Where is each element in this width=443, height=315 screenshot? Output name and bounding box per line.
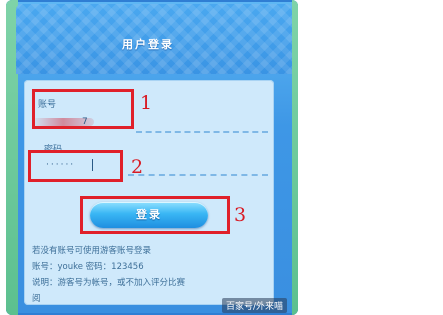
annotation-number-1: 1 bbox=[140, 92, 153, 114]
guest-credentials: 账号：youke 密码：123456 bbox=[32, 262, 144, 272]
source-watermark: 百家号/外来喵 bbox=[222, 298, 288, 313]
screenshot-stage: 用户登录 账号 7 1 密码 ······ 2 登录 3 若没有账号可使用游客账… bbox=[0, 0, 443, 315]
account-underline bbox=[136, 131, 268, 133]
password-underline bbox=[128, 174, 268, 176]
guest-explanation: 说明：游客号为帐号，或不加入评分比赛 bbox=[32, 278, 186, 288]
dialog-title: 用户登录 bbox=[122, 38, 174, 51]
annotation-box-account bbox=[32, 89, 134, 129]
guest-hint: 若没有账号可使用游客账号登录 bbox=[32, 246, 152, 256]
guest-explanation-tail: 阅 bbox=[32, 294, 41, 304]
dialog-right-border bbox=[292, 0, 298, 315]
annotation-number-2: 2 bbox=[131, 156, 144, 178]
annotation-box-password bbox=[28, 150, 123, 182]
annotation-number-3: 3 bbox=[234, 204, 247, 226]
annotation-box-login bbox=[80, 196, 230, 234]
